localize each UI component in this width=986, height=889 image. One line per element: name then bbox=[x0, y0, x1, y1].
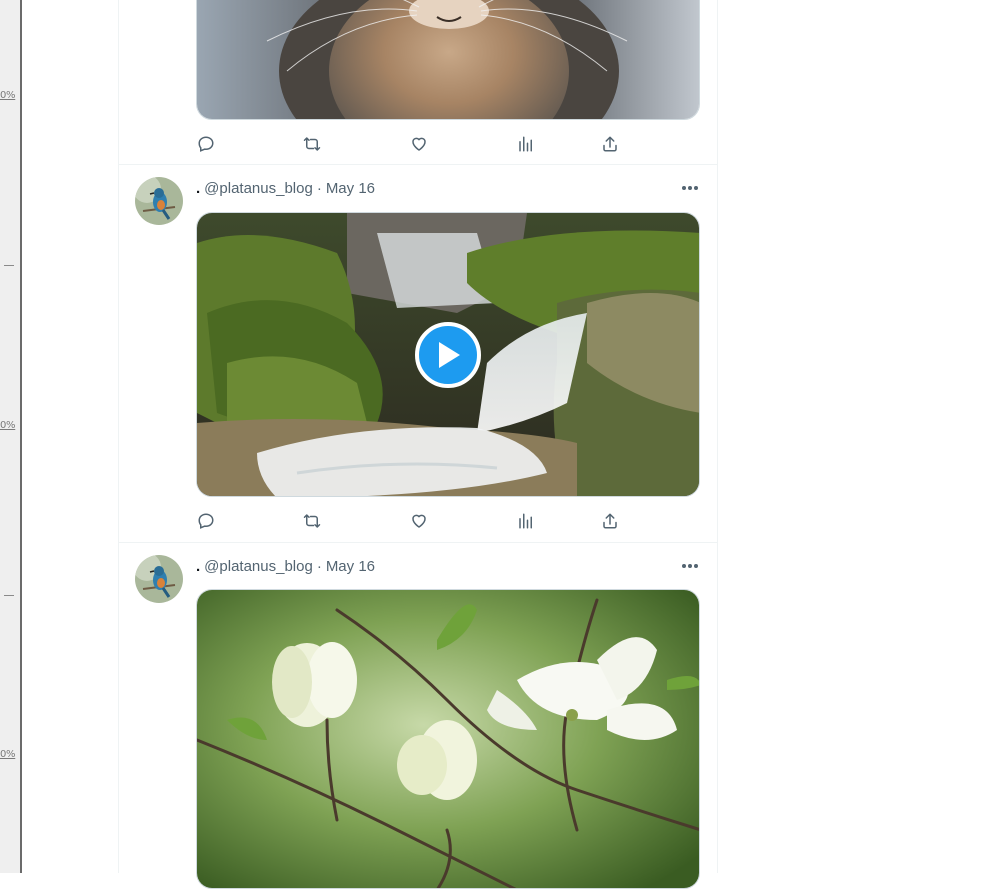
bird-avatar-image bbox=[135, 177, 183, 225]
reply-icon[interactable] bbox=[196, 134, 216, 154]
share-icon[interactable] bbox=[600, 134, 620, 154]
dogwood-image bbox=[197, 590, 699, 888]
play-icon bbox=[439, 342, 460, 368]
avatar[interactable] bbox=[135, 177, 183, 225]
repost-icon[interactable] bbox=[302, 511, 322, 531]
bird-avatar-image bbox=[135, 555, 183, 603]
ruler-tick bbox=[4, 595, 14, 596]
post-date[interactable]: May 16 bbox=[326, 558, 375, 575]
ruler-mark: 0% bbox=[0, 90, 16, 101]
post-header: . @platanus_blog · May 16 bbox=[196, 556, 701, 576]
post-image[interactable] bbox=[196, 0, 700, 120]
repost-icon[interactable] bbox=[302, 134, 322, 154]
more-icon[interactable] bbox=[679, 178, 701, 198]
views-icon[interactable] bbox=[516, 511, 536, 531]
post-image[interactable] bbox=[196, 589, 700, 889]
post-video[interactable] bbox=[196, 212, 700, 497]
avatar[interactable] bbox=[135, 555, 183, 603]
header-separator: · bbox=[316, 179, 322, 197]
like-icon[interactable] bbox=[409, 511, 429, 531]
post-actions bbox=[196, 134, 626, 154]
reply-icon[interactable] bbox=[196, 511, 216, 531]
post[interactable] bbox=[119, 0, 717, 165]
post-date[interactable]: May 16 bbox=[326, 180, 375, 197]
ruler-mark: 0% bbox=[0, 749, 16, 760]
ruler-tick bbox=[4, 265, 14, 266]
play-button[interactable] bbox=[415, 322, 481, 388]
like-icon[interactable] bbox=[409, 134, 429, 154]
author-name[interactable]: . bbox=[196, 180, 200, 197]
post[interactable]: . @platanus_blog · May 16 bbox=[119, 542, 717, 889]
author-handle[interactable]: @platanus_blog bbox=[204, 558, 313, 575]
post-header: . @platanus_blog · May 16 bbox=[196, 178, 701, 198]
post-actions bbox=[196, 511, 626, 531]
ruler-mark: 0% bbox=[0, 420, 16, 431]
left-ruler: 0% 0% 0% bbox=[0, 0, 22, 873]
author-name[interactable]: . bbox=[196, 558, 200, 575]
share-icon[interactable] bbox=[600, 511, 620, 531]
cat-photo bbox=[197, 0, 699, 119]
timeline: . @platanus_blog · May 16 . @platanus_bl… bbox=[118, 0, 718, 889]
more-icon[interactable] bbox=[679, 556, 701, 576]
views-icon[interactable] bbox=[516, 134, 536, 154]
header-separator: · bbox=[316, 557, 322, 575]
author-handle[interactable]: @platanus_blog bbox=[204, 180, 313, 197]
post[interactable]: . @platanus_blog · May 16 bbox=[119, 164, 717, 543]
